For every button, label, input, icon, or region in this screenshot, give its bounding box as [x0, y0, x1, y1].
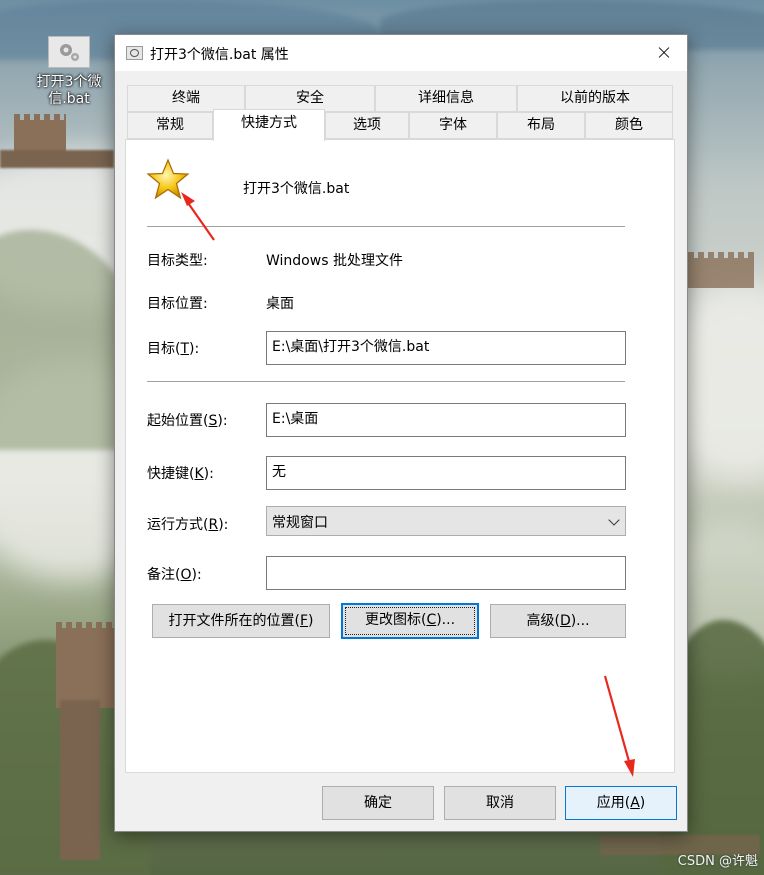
target-location-value: 桌面	[266, 296, 294, 312]
tab-shortcut[interactable]: 快捷方式	[213, 109, 325, 141]
tab-general[interactable]: 常规	[127, 112, 213, 139]
target-type-value: Windows 批处理文件	[266, 253, 403, 269]
tab-font[interactable]: 字体	[409, 112, 497, 139]
shortcut-key-field[interactable]: 无	[266, 456, 626, 490]
open-file-location-button[interactable]: 打开文件所在的位置(F)	[152, 604, 330, 638]
close-button[interactable]	[641, 35, 687, 71]
window-icon	[126, 46, 143, 60]
desktop-file-icon[interactable]: 打开3个微信.bat	[16, 36, 122, 108]
cancel-button[interactable]: 取消	[444, 786, 556, 820]
divider	[147, 381, 625, 382]
target-field[interactable]: E:\桌面\打开3个微信.bat	[266, 331, 626, 365]
shortcut-key-label: 快捷键(K):	[147, 466, 214, 482]
tab-previous-versions[interactable]: 以前的版本	[517, 85, 673, 112]
run-select[interactable]: 常规窗口	[266, 506, 626, 536]
shortcut-panel: 打开3个微信.bat 目标类型: Windows 批处理文件 目标位置: 桌面 …	[125, 139, 675, 773]
properties-dialog: 打开3个微信.bat 属性 终端 安全 详细信息 以前的版本 常规 快捷方式 选…	[114, 34, 688, 832]
comment-field[interactable]	[266, 556, 626, 590]
tab-terminal[interactable]: 终端	[127, 85, 245, 112]
run-label: 运行方式(R):	[147, 517, 229, 533]
target-type-label: 目标类型:	[147, 253, 208, 269]
tab-layout[interactable]: 布局	[497, 112, 585, 139]
tab-options[interactable]: 选项	[325, 112, 409, 139]
target-label: 目标(T):	[147, 341, 200, 357]
run-select-value: 常规窗口	[272, 515, 328, 531]
target-location-label: 目标位置:	[147, 296, 208, 312]
divider	[147, 226, 625, 227]
chevron-down-icon	[608, 514, 620, 526]
desktop-icon-label: 打开3个微信.bat	[36, 74, 102, 107]
file-name: 打开3个微信.bat	[243, 181, 350, 197]
start-in-label: 起始位置(S):	[147, 413, 228, 429]
apply-button[interactable]: 应用(A)	[565, 786, 677, 820]
tab-security[interactable]: 安全	[245, 85, 375, 112]
advanced-button[interactable]: 高级(D)...	[490, 604, 626, 638]
tab-colors[interactable]: 颜色	[585, 112, 673, 139]
tab-details[interactable]: 详细信息	[375, 85, 517, 112]
window-title: 打开3个微信.bat 属性	[150, 47, 289, 63]
gears-icon	[48, 36, 90, 68]
start-in-field[interactable]: E:\桌面	[266, 403, 626, 437]
change-icon-button[interactable]: 更改图标(C)...	[341, 603, 479, 639]
ok-button[interactable]: 确定	[322, 786, 434, 820]
watermark: CSDN @许魁	[677, 854, 758, 869]
star-icon	[146, 158, 190, 202]
title-bar[interactable]: 打开3个微信.bat 属性	[115, 35, 687, 71]
comment-label: 备注(O):	[147, 567, 202, 583]
